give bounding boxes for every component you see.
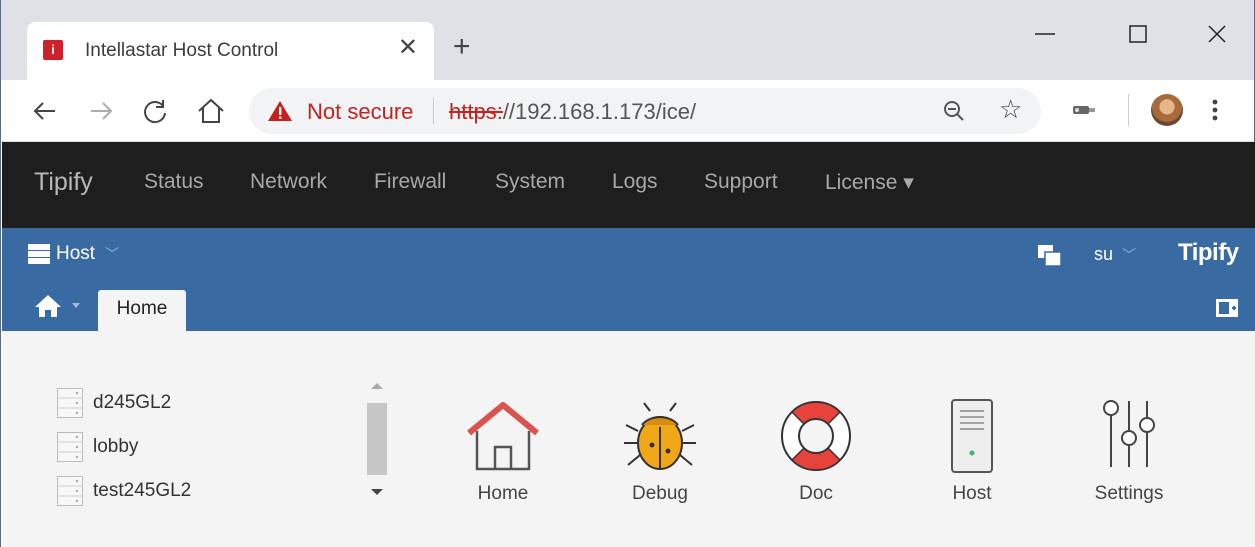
- list-item[interactable]: d245GL2: [57, 381, 191, 425]
- url-scheme: https:: [449, 99, 503, 124]
- close-window-button[interactable]: [1197, 14, 1237, 54]
- list-item[interactable]: lobby: [57, 425, 191, 469]
- chevron-down-icon: ﹀: [1122, 247, 1137, 263]
- server-icon: [57, 432, 83, 462]
- zoom-out-icon[interactable]: [941, 98, 967, 129]
- tipify-logo: Tipify: [1178, 239, 1239, 266]
- bug-icon: [624, 402, 696, 470]
- scroll-down-arrow-icon[interactable]: [371, 489, 383, 495]
- nav-status[interactable]: Status: [144, 170, 204, 194]
- host-list: d245GL2 lobby test245GL2: [57, 381, 191, 513]
- host-toolbar: Host ﹀ su ﹀ Tipify Home: [2, 228, 1255, 331]
- server-tower-icon: [951, 399, 993, 473]
- tile-label: Host: [952, 483, 992, 504]
- tab-title: Intellastar Host Control: [85, 40, 279, 61]
- home-tile[interactable]: Home: [443, 397, 563, 505]
- back-icon[interactable]: [29, 95, 61, 127]
- security-label[interactable]: Not secure: [307, 99, 413, 125]
- toolbar-divider: [1128, 94, 1129, 126]
- tile-label: Debug: [632, 483, 688, 504]
- nav-support[interactable]: Support: [704, 170, 778, 194]
- caret-down-icon: [72, 303, 80, 308]
- tile-label: Doc: [799, 483, 833, 504]
- browser-toolbar: Not secure https://192.168.1.173/ice/ ☆: [1, 80, 1254, 142]
- sliders-icon: [1103, 400, 1155, 467]
- tab-strip: i Intellastar Host Control ✕ +: [1, 0, 1254, 80]
- forward-icon[interactable]: [85, 95, 117, 127]
- nav-system[interactable]: System: [495, 170, 565, 194]
- chevron-down-icon: ﹀: [105, 246, 120, 262]
- minimize-button[interactable]: [1025, 14, 1065, 54]
- warning-icon[interactable]: [267, 99, 293, 128]
- tab-home[interactable]: Home: [98, 290, 186, 331]
- nav-network[interactable]: Network: [250, 170, 327, 194]
- host-tile[interactable]: Host: [912, 397, 1032, 505]
- host-name: d245GL2: [93, 392, 172, 413]
- main-content: d245GL2 lobby test245GL2 Home Debug Doc …: [2, 331, 1255, 547]
- server-icon: [57, 388, 83, 418]
- url-path: //192.168.1.173/ice/: [502, 99, 697, 124]
- home-icon: [35, 295, 61, 317]
- home-icon: [467, 402, 539, 471]
- tile-label: Settings: [1094, 483, 1164, 504]
- host-name: test245GL2: [93, 480, 192, 501]
- user-menu[interactable]: su ﹀: [1094, 244, 1136, 265]
- scroll-thumb[interactable]: [367, 403, 387, 475]
- address-bar[interactable]: Not secure https://192.168.1.173/ice/ ☆: [249, 88, 1041, 134]
- nav-license[interactable]: License ▾: [825, 170, 914, 195]
- panel-toggle-icon[interactable]: [1216, 299, 1238, 322]
- host-list-scrollbar[interactable]: [365, 381, 389, 505]
- tile-label: Home: [477, 483, 529, 504]
- nav-firewall[interactable]: Firewall: [374, 170, 446, 194]
- favicon-icon: i: [43, 40, 63, 60]
- browser-window: i Intellastar Host Control ✕ + Not secur…: [0, 0, 1255, 547]
- windows-icon[interactable]: [1038, 245, 1062, 272]
- home-dropdown-button[interactable]: [34, 294, 80, 318]
- brand-link[interactable]: Tipify: [34, 168, 93, 197]
- close-tab-icon[interactable]: ✕: [398, 36, 418, 60]
- host-name: lobby: [93, 436, 139, 457]
- server-icon: [57, 476, 83, 506]
- maximize-button[interactable]: [1118, 14, 1158, 54]
- reload-icon[interactable]: [139, 95, 171, 127]
- settings-tile[interactable]: Settings: [1069, 397, 1189, 505]
- host-menu[interactable]: Host ﹀: [28, 243, 119, 265]
- profile-avatar[interactable]: [1151, 94, 1183, 126]
- omnibox-divider: [433, 98, 434, 124]
- new-tab-icon[interactable]: +: [453, 32, 471, 62]
- host-menu-label: Host: [56, 243, 96, 264]
- lifebuoy-icon: [781, 401, 851, 471]
- extension-icon[interactable]: [1071, 103, 1097, 122]
- debug-tile[interactable]: Debug: [600, 397, 720, 505]
- app-navbar: Tipify Status Network Firewall System Lo…: [2, 142, 1255, 228]
- bookmark-star-icon[interactable]: ☆: [999, 94, 1022, 125]
- user-menu-label: su: [1094, 244, 1114, 264]
- doc-tile[interactable]: Doc: [756, 397, 876, 505]
- browser-menu-icon[interactable]: [1205, 94, 1225, 126]
- scroll-up-arrow-icon[interactable]: [371, 383, 383, 389]
- home-browser-icon[interactable]: [195, 95, 227, 127]
- browser-tab[interactable]: i Intellastar Host Control ✕: [27, 22, 434, 80]
- list-item[interactable]: test245GL2: [57, 469, 191, 513]
- url-text[interactable]: https://192.168.1.173/ice/: [449, 99, 696, 125]
- nav-logs[interactable]: Logs: [612, 170, 658, 194]
- server-icon: [28, 244, 50, 264]
